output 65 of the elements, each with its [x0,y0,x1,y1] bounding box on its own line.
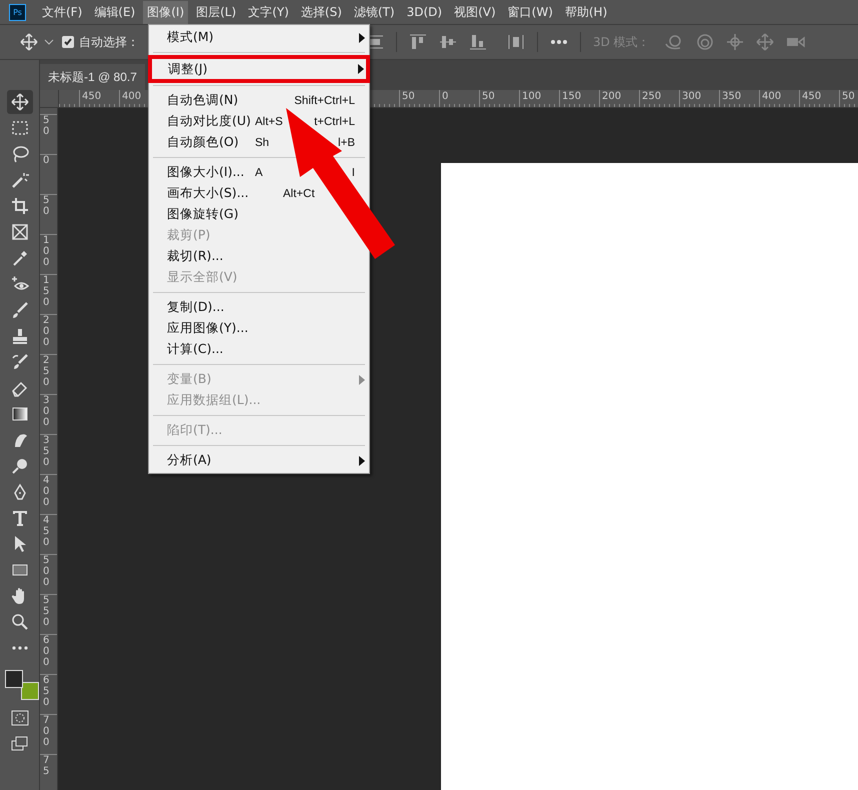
menu-item[interactable]: 计算(C)... [149,339,369,360]
shortcut-label: Alt+S [255,116,283,128]
ruler-label: 0 [43,155,50,166]
menu-item[interactable]: 视图(V) [450,0,500,24]
ruler-label: 250 [642,91,662,102]
menu-item[interactable]: 文字(Y) [244,0,293,24]
ruler-label: 50 [43,195,50,217]
ruler-label: 700 [43,715,50,748]
ruler-label: 450 [43,515,50,548]
shortcut-label: Alt+Ct [283,188,315,200]
ruler-label: 150 [43,275,50,308]
menu-item[interactable]: 文件(F) [38,0,86,24]
ruler-label: 75 [43,755,50,777]
menu-item[interactable]: 滤镜(T) [350,0,399,24]
shortcut-label: l+B [338,136,355,148]
ruler-label: 50 [43,115,50,137]
ruler-label: 300 [43,395,50,428]
menu-item[interactable]: 调整(J) [150,57,368,81]
menu-item[interactable]: 自动色调(N) Shift+Ctrl+L [149,90,369,111]
ruler-label: 300 [682,91,702,102]
menu-item[interactable]: 图层(L) [192,0,240,24]
ruler-label: 450 [82,91,102,102]
ruler-label: 50 [842,91,855,102]
ruler-label: 600 [43,635,50,668]
shortcut-label: Sh [255,136,270,148]
ruler-label: 100 [43,235,50,268]
menu-item[interactable]: 窗口(W) [504,0,557,24]
app-logo[interactable]: Ps [9,4,26,20]
menu-item[interactable]: 裁切(R)... [149,246,369,267]
menu-item[interactable]: 帮助(H) [560,0,612,24]
ruler-label: 200 [43,315,50,348]
ruler-label: 400 [122,91,142,102]
ruler-label: 350 [43,435,50,468]
ruler-label: 150 [562,91,582,102]
ruler-label: 50 [482,91,495,102]
menu-item[interactable]: 画布大小(S)... Alt+Ct [149,183,369,204]
menu-item[interactable]: 分析(A) [149,450,369,471]
menu-item[interactable]: 复制(D)... [149,297,369,318]
menu-item[interactable]: 图像(I) [143,0,188,24]
ruler-label: 450 [802,91,822,102]
shortcut-label: t+Ctrl+L [314,116,355,128]
menu-item[interactable]: 自动对比度(U) Alt+S t+Ctrl+L [149,111,369,132]
ruler-label: 500 [43,555,50,588]
shortcut-label: Shift+Ctrl+L [294,94,355,106]
ruler-label: 650 [43,675,50,708]
ruler-label: 250 [43,355,50,388]
menu-item[interactable]: 自动颜色(O) Sh l+B [149,132,369,153]
shortcut-label: A [255,166,263,178]
ruler-label: 550 [43,595,50,628]
ruler-label: 50 [402,91,415,102]
ruler-label: 400 [762,91,782,102]
menu-item[interactable]: 应用图像(Y)... [149,318,369,339]
auto-select-label: 自动选择： [79,34,139,50]
document-tab[interactable]: 未标题-1 @ 80.7 [40,64,145,90]
ruler-label: 350 [722,91,742,102]
ruler-label: 200 [602,91,622,102]
menu-item[interactable]: 模式(M) [149,27,369,48]
menu-item[interactable]: 编辑(E) [90,0,140,24]
menu-item[interactable]: 3D(D) [402,2,446,22]
menu-item[interactable]: 选择(S) [296,0,346,24]
ruler-label: 100 [522,91,542,102]
ruler-label: 400 [43,475,50,508]
menu-item[interactable]: 图像大小(I)... A I [149,162,369,183]
shortcut-label: I [352,166,355,178]
ruler-label: 0 [442,91,448,102]
